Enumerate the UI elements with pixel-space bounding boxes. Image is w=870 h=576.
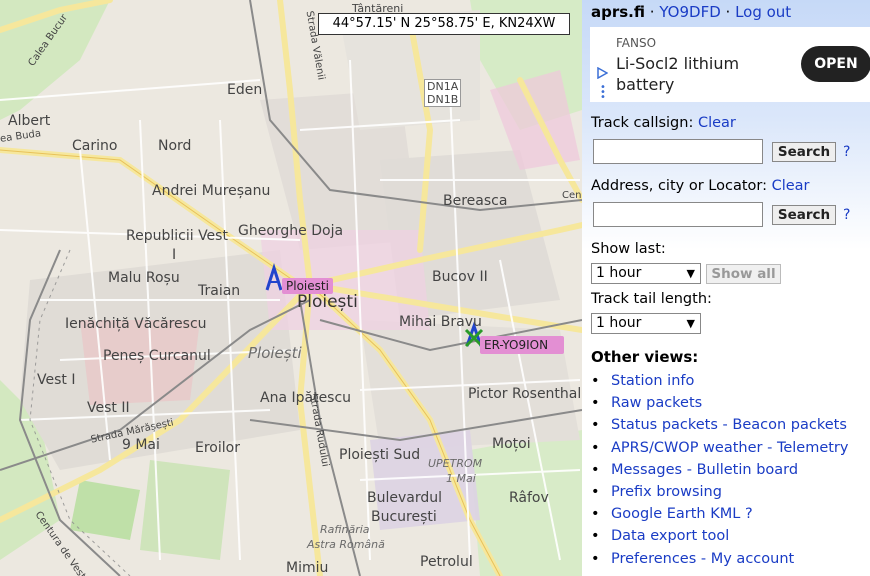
list-item: • Raw packets — [591, 395, 703, 412]
header-separator: · — [720, 3, 736, 21]
view-separator: - — [696, 550, 711, 567]
address-input[interactable] — [593, 202, 763, 227]
show-last-label: Show last: — [591, 241, 666, 257]
view-link[interactable]: Prefix browsing — [611, 484, 722, 500]
station-label-ploiesti[interactable]: Ploiesti — [282, 278, 333, 294]
coordinates-readout: 44°57.15' N 25°58.75' E, KN24XW — [318, 13, 570, 35]
view-link[interactable]: My account — [711, 551, 794, 567]
other-views-list: • Station info • Raw packets • Status packe… — [591, 370, 848, 570]
view-separator: - — [682, 461, 697, 478]
list-item: • Prefix browsing — [591, 483, 722, 500]
tail-length-value: 1 hour — [596, 315, 642, 331]
view-separator: - — [717, 417, 733, 434]
ad-brand: FANSO — [616, 36, 657, 50]
list-item: • Google Earth KML ? — [591, 506, 753, 523]
chevron-down-icon: ▼ — [686, 267, 695, 280]
view-link[interactable]: Preferences — [611, 551, 696, 567]
header-separator: · — [645, 3, 660, 21]
list-item: • Preferences - My account — [591, 550, 795, 567]
other-views-title: Other views: — [591, 348, 699, 366]
site-name[interactable]: aprs.fi — [591, 3, 645, 21]
track-callsign-input[interactable] — [593, 139, 763, 164]
address-label: Address, city or Locator: Clear — [591, 178, 810, 194]
logout-link[interactable]: Log out — [735, 3, 791, 21]
view-link[interactable]: Bulletin board — [697, 462, 799, 478]
tail-length-select[interactable]: 1 hour ▼ — [591, 313, 701, 334]
view-link[interactable]: Status packets — [611, 417, 718, 433]
view-separator: - — [762, 439, 777, 456]
view-link[interactable]: APRS/CWOP weather — [611, 440, 762, 456]
list-item: • Data export tool — [591, 528, 730, 545]
chevron-down-icon: ▼ — [686, 317, 695, 330]
show-all-button[interactable]: Show all — [706, 264, 781, 284]
ad-banner[interactable]: FANSO Li-Socl2 lithium battery OPEN • • • — [590, 27, 870, 103]
address-label-text: Address, city or Locator: — [591, 178, 767, 194]
list-item: • Station info — [591, 373, 695, 389]
track-clear-link[interactable]: Clear — [698, 115, 736, 131]
station-label-er-yo9ion[interactable]: ER-YO9ION — [480, 336, 565, 354]
tail-length-label: Track tail length: — [591, 291, 712, 307]
panel-header: aprs.fi · YO9DFD · Log out — [591, 3, 791, 21]
show-last-value: 1 hour — [596, 265, 642, 281]
address-clear-link[interactable]: Clear — [772, 178, 810, 194]
view-link[interactable]: Data export tool — [611, 528, 729, 544]
ad-menu-icon[interactable]: • • • — [600, 83, 606, 103]
address-search-button[interactable]: Search — [772, 205, 836, 225]
track-label-text: Track callsign: — [591, 115, 694, 131]
address-help-link[interactable]: ? — [843, 207, 850, 223]
view-link[interactable]: Beacon packets — [732, 417, 847, 433]
map-view[interactable]: 44°57.15' N 25°58.75' E, KN24XW Calea Bu… — [0, 0, 582, 576]
list-item: • Messages - Bulletin board — [591, 461, 799, 478]
ad-title[interactable]: Li-Socl2 lithium battery — [616, 53, 776, 95]
side-panel: aprs.fi · YO9DFD · Log out FANSO Li-Socl… — [582, 0, 870, 576]
track-callsign-label: Track callsign: Clear — [591, 115, 736, 131]
view-link[interactable]: Raw packets — [611, 395, 702, 411]
user-link[interactable]: YO9DFD — [659, 3, 720, 21]
view-link[interactable]: Messages — [611, 462, 682, 478]
list-item: • Status packets - Beacon packets — [591, 417, 847, 434]
list-item: • APRS/CWOP weather - Telemetry — [591, 439, 849, 456]
ad-open-button[interactable]: OPEN — [801, 46, 870, 82]
ad-choices-icon[interactable] — [596, 67, 608, 79]
show-last-select[interactable]: 1 hour ▼ — [591, 263, 701, 284]
view-link[interactable]: Google Earth KML ? — [611, 506, 753, 522]
track-search-button[interactable]: Search — [772, 142, 836, 162]
track-help-link[interactable]: ? — [843, 144, 850, 160]
view-link[interactable]: Station info — [611, 373, 694, 389]
view-link[interactable]: Telemetry — [777, 440, 849, 456]
